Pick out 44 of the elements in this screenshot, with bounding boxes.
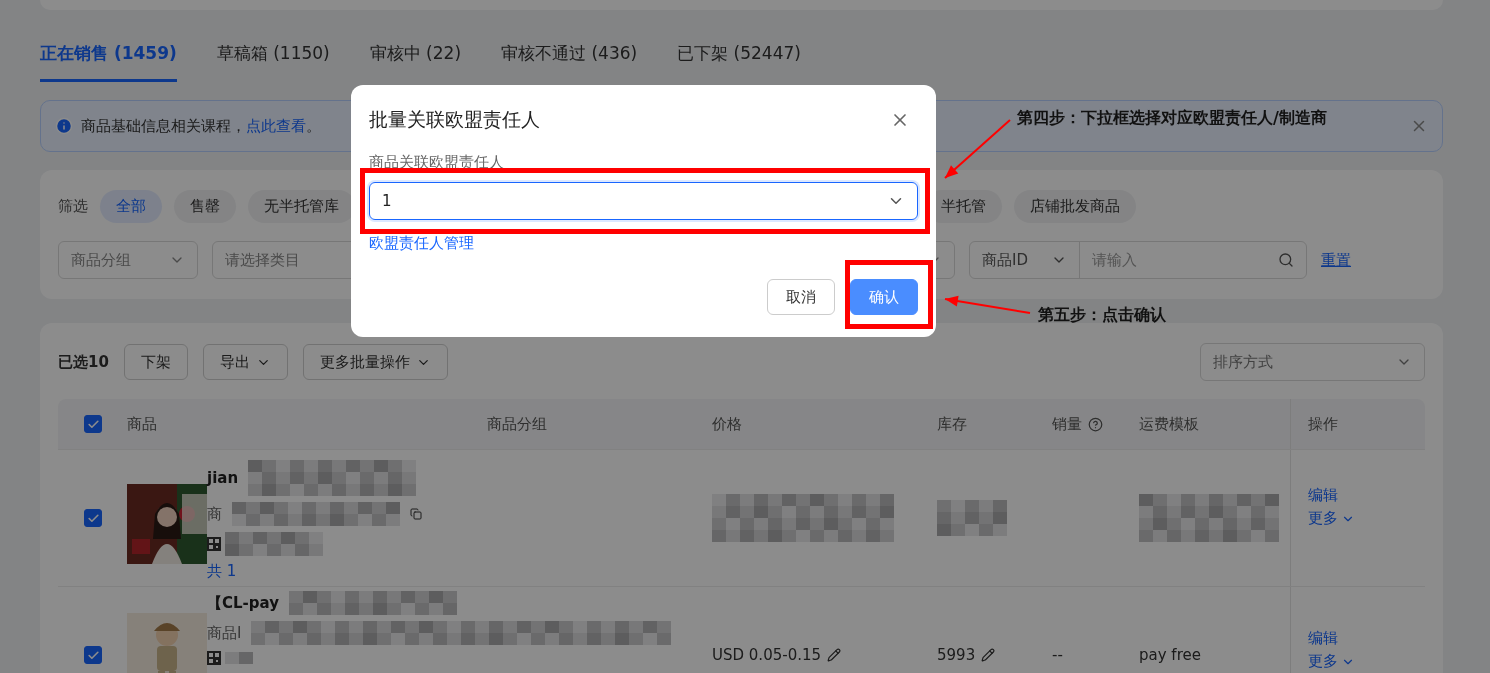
reset-link[interactable]: 重置 [1321, 250, 1351, 270]
manage-link[interactable]: 欧盟责任人管理 [369, 234, 474, 253]
sales-text: -- [1052, 646, 1063, 664]
sku-count-link[interactable]: 共 1 [207, 562, 422, 581]
filter-label: 筛选 [58, 197, 88, 216]
column-header: 运费模板 [1139, 414, 1199, 434]
selected-count: 已选10 [58, 352, 109, 372]
confirm-button[interactable]: 确认 [850, 279, 918, 315]
column-header: 价格 [712, 414, 742, 434]
tab[interactable]: 草稿箱 (1150) [216, 38, 330, 82]
tab[interactable]: 审核中 (22) [369, 38, 462, 82]
product-title: 【CL-pay [207, 593, 279, 613]
column-header: 商品分组 [487, 414, 547, 434]
column-header: 库存 [937, 414, 967, 434]
select-field[interactable]: 商品分组 [58, 241, 198, 279]
annotation-text: 第五步：点击确认 [1038, 305, 1166, 326]
toolbar-button[interactable]: 导出 [202, 344, 288, 380]
column-header: 操作 [1308, 414, 1338, 434]
action-link[interactable]: 编辑 [1308, 629, 1338, 648]
column-header: 销量 [1052, 414, 1082, 434]
annotation-text: 第四步：下拉框选择对应欧盟责任人/制造商 [1017, 108, 1327, 129]
action-link[interactable]: 更多 [1308, 509, 1355, 528]
action-link[interactable]: 更多 [1308, 652, 1355, 671]
shipping-template: pay free [1139, 646, 1201, 664]
toolbar-button[interactable]: 更多批量操作 [302, 344, 448, 380]
tab[interactable]: 审核不通过 (436) [501, 38, 638, 82]
select-field[interactable]: 1 [369, 182, 918, 220]
column-header: 商品 [127, 414, 157, 434]
cancel-button[interactable]: 取消 [767, 279, 835, 315]
dialog-title: 批量关联欧盟责任人 [369, 107, 540, 132]
action-link[interactable]: 编辑 [1308, 486, 1338, 505]
tab[interactable]: 已下架 (52447) [677, 38, 801, 82]
stock-text: 5993 [937, 646, 976, 664]
product-id: 商 [207, 504, 222, 524]
price-text: USD 0.05-0.15 [712, 646, 822, 664]
product-id: 商品I [207, 623, 242, 643]
filter-chip[interactable]: 全部 [100, 190, 162, 223]
filter-chip[interactable]: 售罄 [174, 190, 236, 223]
notice-link[interactable]: 点此查看 [246, 116, 306, 135]
tab[interactable]: 正在销售 (1459) [40, 38, 177, 82]
product-title: jian [207, 469, 239, 487]
toolbar-button[interactable]: 下架 [123, 344, 188, 380]
filter-chip[interactable]: 店铺批发商品 [1014, 190, 1136, 223]
sort-select[interactable]: 排序方式 [1200, 343, 1425, 381]
